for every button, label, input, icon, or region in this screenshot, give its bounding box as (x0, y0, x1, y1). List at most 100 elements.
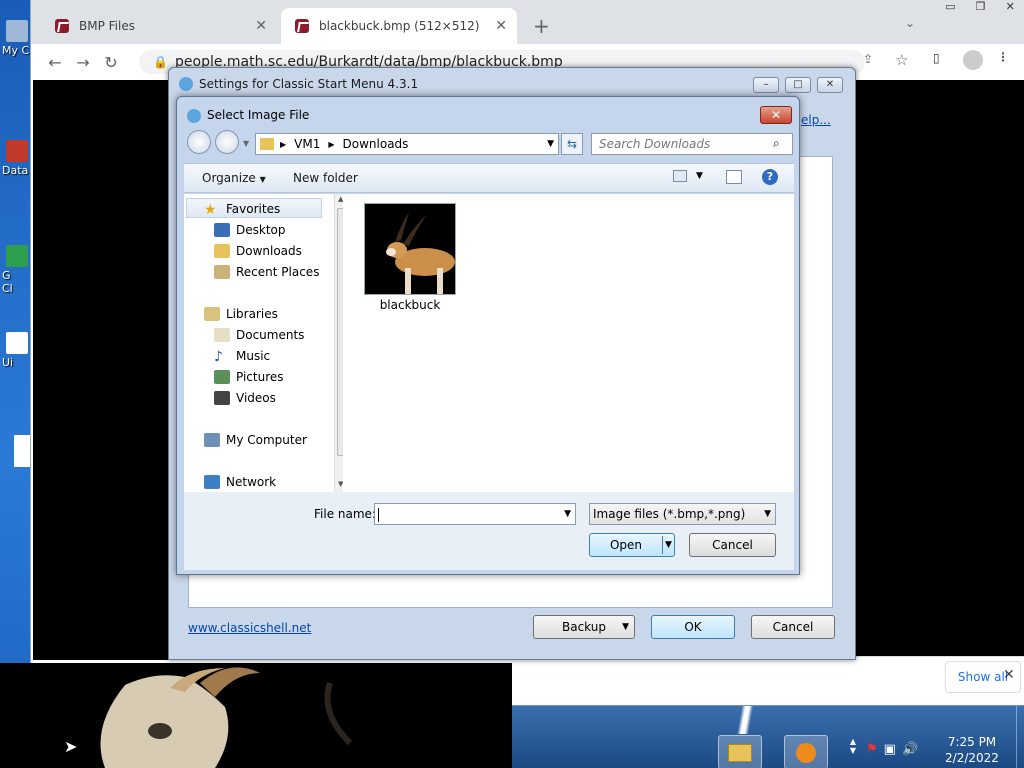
nav-my-computer[interactable]: My Computer (204, 433, 307, 447)
search-input[interactable]: Search Downloads (591, 133, 793, 155)
breadcrumb-downloads[interactable]: Downloads (343, 137, 409, 151)
close-tab-icon[interactable]: ✕ (255, 18, 267, 34)
nav-network[interactable]: Network (204, 475, 276, 489)
file-list: blackbuck (343, 194, 794, 492)
tab-blackbuck[interactable]: blackbuck.bmp (512×512) ✕ (281, 8, 517, 44)
desktop-icon-data[interactable]: Data (2, 140, 32, 177)
open-dropdown-icon[interactable]: ▼ (665, 534, 672, 556)
desktop-icon-chrome[interactable]: G Cl (2, 245, 32, 295)
search-icon: ⌕ (773, 136, 780, 150)
recent-pages-icon[interactable]: ▼ (243, 139, 249, 148)
close-tab-icon[interactable]: ✕ (495, 18, 507, 34)
menu-dots-icon[interactable]: ⋮ (997, 50, 1009, 64)
clock-time: 7:25 PM (947, 735, 997, 749)
view-icon[interactable] (673, 170, 687, 182)
nav-libraries[interactable]: Libraries (204, 307, 278, 321)
window-title: Settings for Classic Start Menu 4.3.1 (199, 77, 419, 91)
file-name-label: File name: (314, 507, 376, 521)
document-icon (6, 332, 28, 354)
organize-button[interactable]: Organize ▼ (202, 171, 266, 185)
lock-icon: 🔒 (153, 55, 168, 69)
desktop-icon-ui[interactable]: Ui (2, 332, 32, 369)
preview-pane-icon[interactable] (726, 170, 742, 184)
reload-icon[interactable]: ↻ (97, 53, 125, 72)
folder-icon (260, 138, 274, 150)
desktop-icon (214, 223, 230, 237)
nav-pictures[interactable]: Pictures (214, 370, 284, 384)
view-dropdown-icon[interactable]: ▼ (696, 171, 703, 181)
taskbar-media-player-icon[interactable] (784, 735, 828, 768)
dropdown-arrow-icon[interactable]: ▼ (564, 504, 571, 524)
close-button[interactable]: ✕ (817, 77, 843, 93)
libraries-icon (204, 307, 220, 321)
maximize-button[interactable]: □ (785, 77, 811, 93)
desktop-icon-partial[interactable] (14, 435, 30, 467)
nav-downloads[interactable]: Downloads (214, 244, 302, 258)
backup-button[interactable]: Backup ▼ (533, 615, 635, 639)
music-icon: ♪ (214, 349, 223, 365)
select-image-dialog: Select Image File ✕ ▼ ▶ VM1 ▶ Downloads … (176, 96, 800, 575)
network-tray-icon[interactable]: ▣ (884, 742, 902, 757)
cancel-button[interactable]: Cancel (689, 533, 776, 557)
media-player-icon (796, 743, 816, 763)
nav-desktop[interactable]: Desktop (214, 223, 286, 237)
file-name-blackbuck[interactable]: blackbuck (364, 298, 456, 312)
folder-icon (728, 744, 752, 762)
nav-documents[interactable]: Documents (214, 328, 304, 342)
blackbuck-thumbnail[interactable] (364, 203, 456, 295)
open-button[interactable]: Open ▼ (589, 533, 675, 557)
minimize-icon[interactable]: ▭ (945, 0, 955, 18)
dropdown-arrow-icon: ▼ (764, 509, 771, 519)
nav-music[interactable]: ♪ Music (214, 349, 270, 365)
bookmark-star-icon[interactable]: ☆ (895, 51, 908, 69)
new-tab-button[interactable]: + (533, 14, 550, 38)
restore-icon[interactable]: ❐ (976, 0, 986, 18)
minimize-button[interactable]: – (753, 77, 779, 93)
command-bar: Organize ▼ New folder ▼ ? (184, 163, 794, 193)
breadcrumb-vm1[interactable]: VM1 (294, 137, 320, 151)
help-link[interactable]: elp... (801, 113, 831, 127)
nav-recent-places[interactable]: Recent Places (214, 265, 319, 279)
address-bar[interactable]: ▶ VM1 ▶ Downloads ▼ (255, 133, 559, 155)
tab-bmp-files[interactable]: BMP Files ✕ (41, 8, 277, 44)
forward-button[interactable] (215, 130, 239, 154)
taskbar-clock[interactable]: 7:25 PM 2/2/2022 (942, 734, 1002, 766)
wallpaper-glare (712, 706, 782, 734)
action-center-icon[interactable]: ⚑ (866, 742, 884, 757)
share-icon[interactable]: ⇪ (863, 52, 873, 66)
desktop-icon-my-computer[interactable]: My C (2, 20, 32, 57)
side-panel-icon[interactable]: ▯ (933, 51, 940, 65)
computer-icon (6, 20, 28, 42)
help-icon[interactable]: ? (762, 169, 778, 185)
back-icon[interactable]: ← (41, 53, 69, 72)
refresh-icon[interactable]: ⇆ (561, 133, 583, 155)
cancel-button[interactable]: Cancel (751, 615, 835, 639)
classicshell-link[interactable]: www.classicshell.net (188, 621, 311, 635)
volume-icon[interactable]: 🔊 (902, 742, 924, 757)
profile-avatar[interactable] (963, 50, 983, 70)
nav-favorites[interactable]: ★ Favorites (204, 202, 280, 218)
nav-videos[interactable]: Videos (214, 391, 276, 405)
show-desktop-button[interactable] (1016, 706, 1024, 768)
dropdown-arrow-icon: ▼ (259, 175, 266, 184)
close-icon[interactable]: ✕ (1006, 0, 1015, 18)
file-type-select[interactable]: Image files (*.bmp,*.png) ▼ (589, 503, 776, 525)
back-button[interactable] (187, 130, 211, 154)
forward-icon[interactable]: → (69, 53, 97, 72)
shell-icon (179, 77, 193, 91)
app-icon (6, 140, 28, 162)
chrome-icon (6, 245, 28, 267)
taskbar-explorer-icon[interactable] (718, 735, 762, 768)
ok-button[interactable]: OK (651, 615, 735, 639)
address-dropdown-icon[interactable]: ▼ (547, 139, 554, 149)
new-folder-button[interactable]: New folder (293, 171, 358, 185)
text-cursor (378, 507, 379, 522)
tab-search-icon[interactable]: ⌄ (905, 16, 915, 30)
documents-icon (214, 328, 230, 342)
close-download-bar-icon[interactable]: ✕ (1003, 667, 1015, 683)
site-favicon-icon (55, 19, 69, 33)
close-button[interactable]: ✕ (760, 106, 792, 124)
show-hidden-icons[interactable]: ▲ ▼ (848, 737, 858, 767)
window-controls: ▭ ❐ ✕ (935, 0, 1024, 18)
file-name-input[interactable]: ▼ (374, 503, 576, 525)
